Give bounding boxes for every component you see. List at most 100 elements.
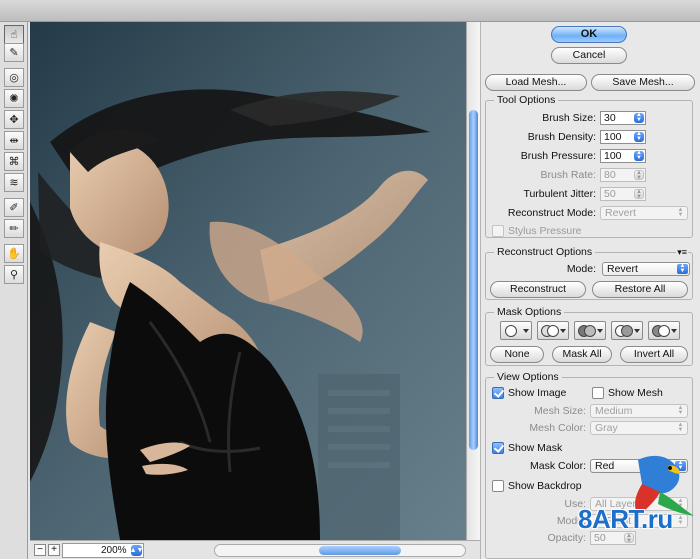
mask-subtract-button[interactable] <box>574 321 606 340</box>
zoom-dropdown-arrow-icon[interactable]: ▲▼ <box>130 545 143 556</box>
mask-options-group: Mask Options None Mask All Invert All <box>485 306 693 366</box>
tool-options-group: Tool Options Brush Size: 30 ▲ ▼ Brush Den… <box>485 94 693 238</box>
brush-pressure-stepper-icon[interactable]: ▲ ▼ <box>634 150 644 161</box>
tool-column: ☝ ✎ ◎ ✺ ✥ ⇹ ⌘ ≋ ✐ ✏ ✋ ⚲ <box>0 22 28 559</box>
zoom-level-field[interactable]: 200% ▲▼ <box>62 543 144 558</box>
zoom-tool-icon[interactable]: ⚲ <box>4 265 24 284</box>
reconstruct-options-group: Reconstruct Options ▾≡ Mode: Revert ▲ ▼ R… <box>485 246 693 300</box>
preview-image <box>30 22 466 540</box>
mesh-color-label: Mesh Color: <box>529 422 586 434</box>
cancel-button[interactable]: Cancel <box>551 47 627 64</box>
turbulent-jitter-label: Turbulent Jitter: <box>523 188 596 200</box>
horizontal-scroll-thumb[interactable] <box>319 546 401 555</box>
brush-density-label: Brush Density: <box>527 131 596 143</box>
brush-pressure-value: 100 <box>604 150 622 162</box>
reconstruct-button[interactable]: Reconstruct <box>490 281 586 298</box>
zoom-in-button[interactable]: + <box>48 544 60 556</box>
mesh-color-select[interactable]: Gray ▲ ▼ <box>590 421 688 435</box>
brush-pressure-label: Brush Pressure: <box>520 150 596 162</box>
brush-pressure-input[interactable]: 100 ▲ ▼ <box>600 149 646 163</box>
brush-size-stepper-icon[interactable]: ▲ ▼ <box>634 112 644 123</box>
mesh-size-select[interactable]: Medium ▲ ▼ <box>590 404 688 418</box>
brush-size-value: 30 <box>604 112 616 124</box>
mesh-size-arrow-icon: ▲ ▼ <box>677 405 684 416</box>
twirl-tool-icon[interactable]: ◎ <box>4 68 24 87</box>
mask-replace-button[interactable] <box>500 321 532 340</box>
show-backdrop-checkbox[interactable] <box>492 480 504 492</box>
mask-replace-dropdown-icon <box>523 329 529 333</box>
mesh-color-arrow-icon: ▲ ▼ <box>677 422 684 433</box>
mesh-size-label: Mesh Size: <box>534 405 586 417</box>
reconstruct-mode-arrow-icon: ▲ ▼ <box>677 207 684 218</box>
thaw-mask-tool-icon[interactable]: ✏ <box>4 219 24 238</box>
panel-menu-icon[interactable]: ▾≡ <box>676 247 688 258</box>
brush-rate-label: Brush Rate: <box>540 169 596 181</box>
reconstruct-options-mode-value: Revert <box>607 263 638 275</box>
brush-rate-stepper-icon[interactable]: ▲ ▼ <box>634 170 644 181</box>
canvas-status-bar: − + 200% ▲▼ <box>30 540 480 559</box>
turbulent-jitter-input[interactable]: 50 ▲ ▼ <box>600 187 646 201</box>
reconstruct-options-mode-arrow-icon: ▲ ▼ <box>677 263 688 274</box>
mask-invert-button[interactable] <box>648 321 680 340</box>
turbulent-jitter-value: 50 <box>604 188 616 200</box>
mask-subtract-overlap-icon <box>584 325 596 337</box>
mask-options-legend: Mask Options <box>494 306 565 318</box>
show-image-checkbox[interactable] <box>492 387 504 399</box>
reconstruct-mode-row-label: Mode: <box>566 263 596 275</box>
brush-density-input[interactable]: 100 ▲ ▼ <box>600 130 646 144</box>
save-mesh-button[interactable]: Save Mesh... <box>591 74 695 91</box>
reconstruct-mode-value: Revert <box>605 207 636 219</box>
pucker-tool-icon[interactable]: ✺ <box>4 89 24 108</box>
push-left-tool-icon[interactable]: ⇹ <box>4 131 24 150</box>
brush-rate-value: 80 <box>604 169 616 181</box>
stylus-pressure-checkbox[interactable] <box>492 225 504 237</box>
show-mask-label: Show Mask <box>508 442 563 454</box>
brush-density-stepper-icon[interactable]: ▲ ▼ <box>634 131 644 142</box>
site-watermark: 8ART.ru <box>578 452 696 556</box>
bloat-tool-icon[interactable]: ✥ <box>4 110 24 129</box>
mask-invert-dropdown-icon <box>671 329 677 333</box>
show-mesh-checkbox[interactable] <box>592 387 604 399</box>
reconstruct-options-legend: Reconstruct Options <box>494 246 596 258</box>
mesh-size-value: Medium <box>595 405 633 417</box>
zoom-level-value: 200% <box>101 545 127 556</box>
zoom-out-button[interactable]: − <box>34 544 46 556</box>
hand-tool-icon[interactable]: ✋ <box>4 244 24 263</box>
restore-all-button[interactable]: Restore All <box>592 281 688 298</box>
load-mesh-button[interactable]: Load Mesh... <box>485 74 587 91</box>
turbulent-jitter-stepper-icon[interactable]: ▲ ▼ <box>634 189 644 200</box>
mask-add-overlap-icon <box>547 325 559 337</box>
show-backdrop-label: Show Backdrop <box>508 480 582 492</box>
mask-intersect-button[interactable] <box>611 321 643 340</box>
ok-button[interactable]: OK <box>551 26 627 43</box>
preview-canvas[interactable] <box>30 22 466 540</box>
mask-replace-icon <box>505 325 517 337</box>
turbulence-tool-icon[interactable]: ≋ <box>4 173 24 192</box>
brush-size-label: Brush Size: <box>542 112 596 124</box>
reconstruct-mode-select[interactable]: Revert ▲ ▼ <box>600 206 688 220</box>
reconstruct-tool-icon[interactable]: ✎ <box>4 43 24 62</box>
tool-options-legend: Tool Options <box>494 94 559 106</box>
mirror-tool-icon[interactable]: ⌘ <box>4 152 24 171</box>
reconstruct-options-mode-select[interactable]: Revert ▲ ▼ <box>602 262 690 276</box>
canvas-horizontal-scrollbar[interactable] <box>214 544 466 557</box>
view-options-legend: View Options <box>494 371 562 383</box>
show-image-label: Show Image <box>508 387 567 399</box>
mask-all-button[interactable]: Mask All <box>552 346 612 363</box>
vertical-scroll-thumb[interactable] <box>469 110 478 450</box>
mask-intersect-dropdown-icon <box>634 329 640 333</box>
mask-invert-overlap-icon <box>658 325 670 337</box>
brush-rate-input[interactable]: 80 ▲ ▼ <box>600 168 646 182</box>
canvas-vertical-scrollbar[interactable] <box>466 22 480 540</box>
stylus-pressure-label: Stylus Pressure <box>508 225 582 237</box>
mask-none-button[interactable]: None <box>490 346 544 363</box>
freeze-mask-tool-icon[interactable]: ✐ <box>4 198 24 217</box>
reconstruct-mode-label: Reconstruct Mode: <box>507 207 596 219</box>
mask-add-dropdown-icon <box>560 329 566 333</box>
mask-subtract-dropdown-icon <box>597 329 603 333</box>
invert-all-button[interactable]: Invert All <box>620 346 688 363</box>
brush-size-input[interactable]: 30 ▲ ▼ <box>600 111 646 125</box>
mask-add-button[interactable] <box>537 321 569 340</box>
forward-warp-tool-icon[interactable]: ☝ <box>4 25 24 44</box>
show-mask-checkbox[interactable] <box>492 442 504 454</box>
